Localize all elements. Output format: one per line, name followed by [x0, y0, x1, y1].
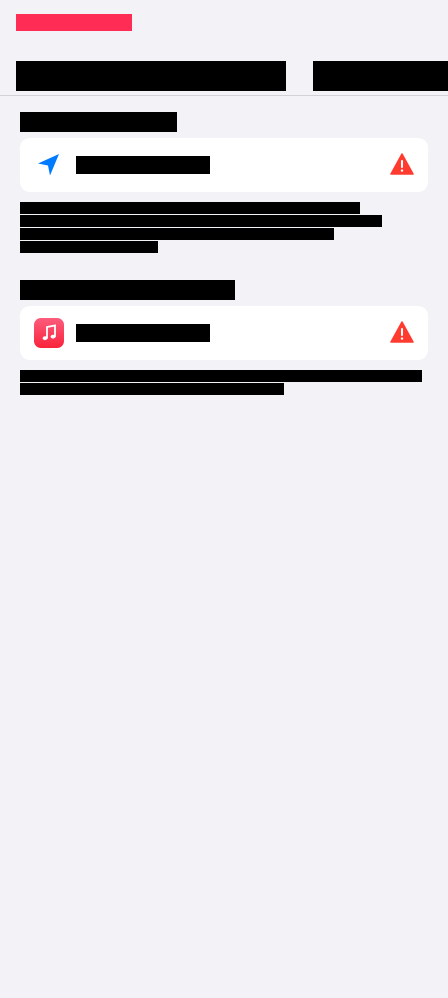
warning-triangle-icon — [390, 321, 414, 343]
row-label: ██████████ — [76, 156, 210, 174]
music-permission-row[interactable]: ██████████ — [20, 306, 428, 360]
music-app-icon — [34, 318, 64, 348]
description-line: ██ ▁███ ██████ ████ ████ ██ █████ — [20, 370, 422, 382]
row-label: ██████████ — [76, 324, 210, 342]
description-line: ██████ ███ █▁▁▁███ █████ — [20, 383, 284, 395]
description-line: █████ ███ ███ ███ ███████ — [20, 228, 334, 240]
tab-first[interactable]: ████████████████████ — [16, 61, 286, 91]
screen: ██████████ ████████████████████ ████████… — [0, 0, 448, 998]
warning-triangle-icon — [390, 153, 414, 175]
section-description: ██ ▁███ ██████ ████ ████ ██ █████ ██████… — [20, 370, 428, 396]
tab-second[interactable]: ██████████ — [313, 61, 448, 91]
back-button[interactable]: ██████████ — [16, 14, 132, 31]
section-header-location: ████████████ — [20, 112, 177, 132]
description-line: ██████████ — [20, 241, 158, 253]
segmented-control: ████████████████████ ██████████ — [0, 58, 448, 96]
section-header-music: █▁▁▁███ ███████ — [20, 280, 235, 300]
location-arrow-icon — [34, 150, 64, 180]
description-line: ██ ▁███ █████ █████ ██ ████▖ — [20, 202, 360, 214]
section-description: ██ ▁███ █████ █████ ██ ████▖ █████ █████… — [20, 202, 428, 254]
description-line: █████ ██████ █████ ████ ██ — [20, 215, 382, 227]
location-permission-row[interactable]: ██████████ — [20, 138, 428, 192]
